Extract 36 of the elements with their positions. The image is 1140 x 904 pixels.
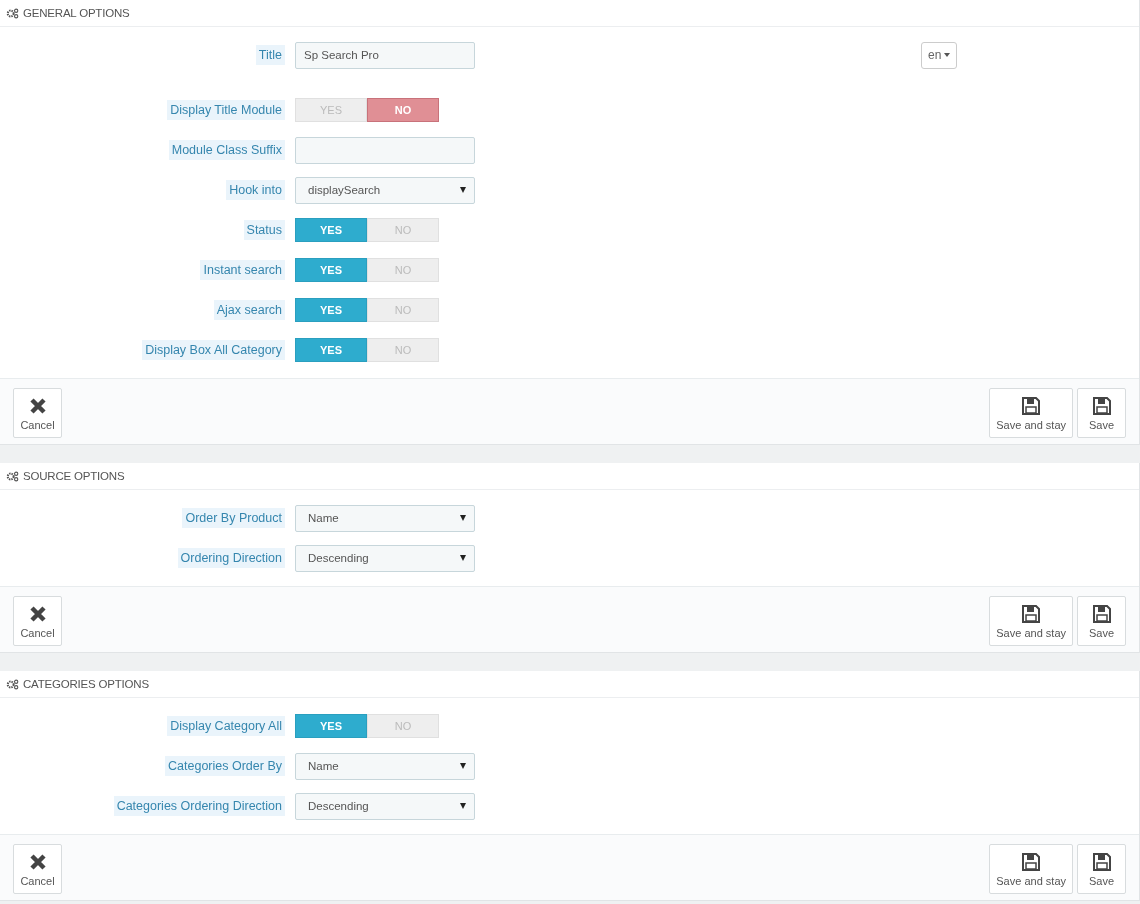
field-label: Module Class Suffix	[168, 140, 285, 160]
language-dropdown[interactable]: en	[921, 41, 958, 69]
cancel-button[interactable]: Cancel	[13, 596, 62, 646]
select-dropdown[interactable]: Name	[295, 504, 475, 532]
field-label: Order By Product	[182, 508, 285, 528]
field-label: Status	[243, 220, 285, 240]
field-label: Categories Ordering Direction	[113, 796, 285, 816]
panel-title: SOURCE OPTIONS	[23, 470, 125, 482]
field-label: Categories Order By	[165, 756, 285, 776]
field-label: Ajax search	[213, 300, 285, 320]
close-icon	[27, 851, 48, 872]
panel-title: CATEGORIES OPTIONS	[23, 678, 149, 690]
close-icon	[27, 603, 48, 624]
select-dropdown[interactable]: Descending	[295, 792, 475, 820]
select-dropdown[interactable]: Name	[295, 752, 475, 780]
field-label: Ordering Direction	[177, 548, 285, 568]
save-and-stay-button[interactable]: Save and stay	[989, 596, 1073, 646]
field-label: Instant search	[200, 260, 285, 280]
text-field[interactable]: Sp Search Pro	[295, 41, 475, 69]
text-field[interactable]	[295, 136, 475, 164]
cancel-button[interactable]: Cancel	[13, 388, 62, 438]
select-dropdown[interactable]: Descending	[295, 544, 475, 572]
save-button[interactable]: Save	[1077, 596, 1126, 646]
field-label: Display Box All Category	[142, 340, 285, 360]
field-label: Display Title Module	[167, 100, 285, 120]
field-label: Title	[255, 45, 285, 65]
field-label: Display Category All	[167, 716, 285, 736]
save-button[interactable]: Save	[1077, 388, 1126, 438]
save-button[interactable]: Save	[1077, 844, 1126, 894]
select-dropdown[interactable]: displaySearch	[295, 176, 475, 204]
field-label: Hook into	[226, 180, 285, 200]
panel-title: GENERAL OPTIONS	[23, 7, 130, 19]
close-icon	[27, 395, 48, 416]
save-and-stay-button[interactable]: Save and stay	[989, 844, 1073, 894]
cancel-button[interactable]: Cancel	[13, 844, 62, 894]
save-and-stay-button[interactable]: Save and stay	[989, 388, 1073, 438]
